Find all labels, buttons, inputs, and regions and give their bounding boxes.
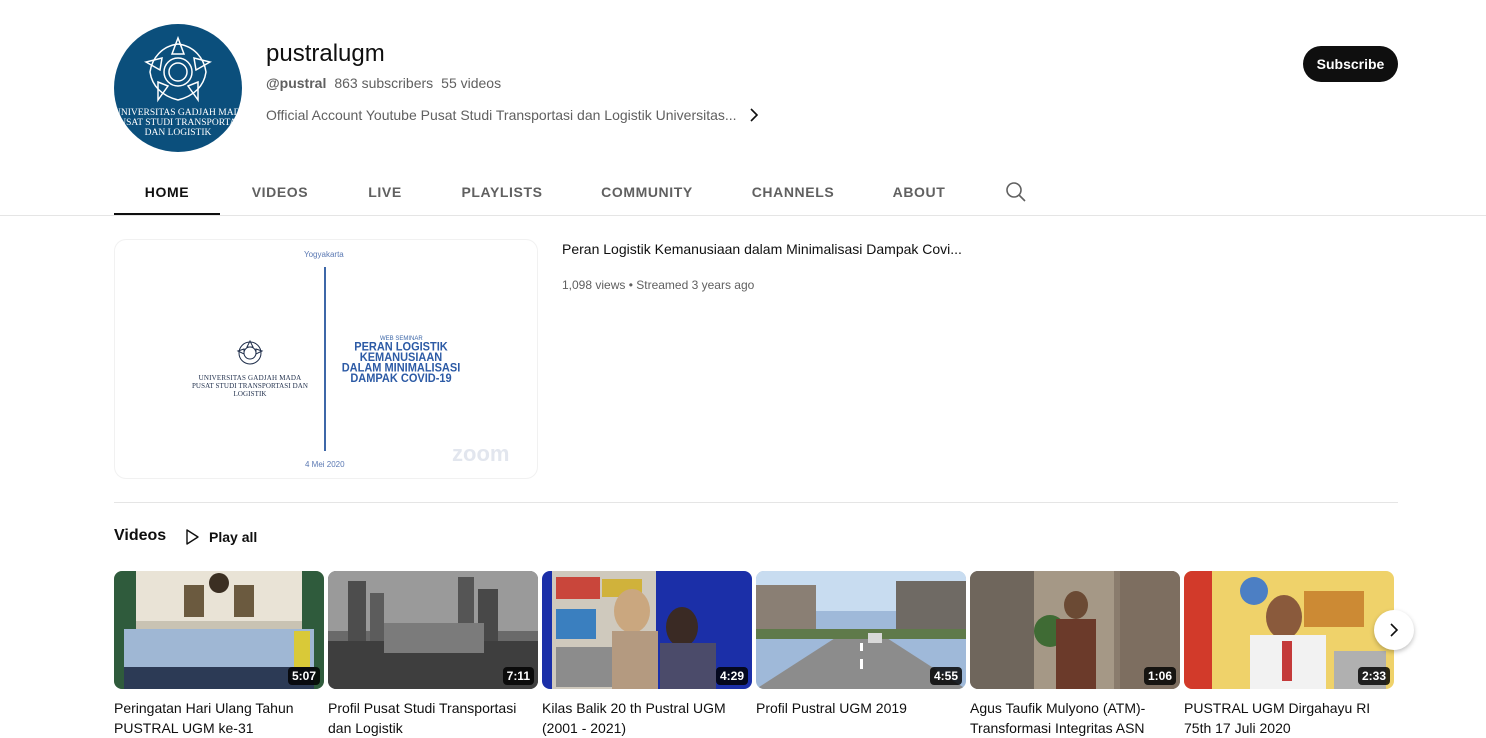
subscriber-count: 863 subscribers (334, 75, 434, 91)
thumb-seminar-title: PERAN LOGISTIK KEMANUSIAAN DALAM MINIMAL… (328, 340, 474, 386)
video-thumbnail[interactable]: 4:29 (542, 571, 752, 689)
shelf-next-button[interactable] (1374, 610, 1414, 650)
video-card[interactable]: 4:55 Profil Pustral UGM 2019 (756, 571, 966, 718)
thumb-title-line: PERAN LOGISTIK KEMANUSIAAN (354, 340, 448, 365)
channel-tabs: HOME VIDEOS LIVE PLAYLISTS COMMUNITY CHA… (114, 168, 972, 216)
channel-meta: @pustral 863 subscribers 55 videos (266, 75, 501, 91)
thumb-city: Yogyakarta (304, 250, 344, 259)
tab-playlists[interactable]: PLAYLISTS (430, 168, 574, 216)
video-thumbnail[interactable]: 5:07 (114, 571, 324, 689)
avatar-text-line: UNIVERSITAS GADJAH MADA (114, 108, 242, 118)
thumb-divider (324, 267, 326, 451)
video-duration: 5:07 (287, 667, 320, 685)
video-card[interactable]: 4:29 Kilas Balik 20 th Pustral UGM (2001… (542, 571, 752, 738)
section-divider (114, 502, 1398, 503)
tab-live[interactable]: LIVE (340, 168, 430, 216)
avatar-text-line: DAN LOGISTIK (144, 128, 212, 138)
tab-about[interactable]: ABOUT (866, 168, 972, 216)
video-duration: 4:29 (715, 667, 748, 685)
video-thumbnail[interactable]: 1:06 (970, 571, 1180, 689)
video-title[interactable]: Profil Pustral UGM 2019 (756, 698, 956, 718)
avatar-text-line: PUSAT STUDI TRANSPORTASI (114, 118, 242, 128)
video-card[interactable]: 5:07 Peringatan Hari Ulang Tahun PUSTRAL… (114, 571, 324, 738)
video-card[interactable]: 1:06 Agus Taufik Mulyono (ATM)- Transfor… (970, 571, 1180, 738)
tab-home[interactable]: HOME (114, 168, 220, 216)
tab-community[interactable]: COMMUNITY (574, 168, 720, 216)
chevron-right-icon (749, 108, 759, 122)
tab-videos[interactable]: VIDEOS (220, 168, 340, 216)
play-all-button[interactable]: Play all (184, 526, 257, 548)
video-title[interactable]: Peringatan Hari Ulang Tahun PUSTRAL UGM … (114, 698, 314, 738)
video-card[interactable]: 7:11 Profil Pusat Studi Transportasi dan… (328, 571, 538, 738)
tab-channels[interactable]: CHANNELS (720, 168, 866, 216)
thumb-univ-line2: PUSAT STUDI TRANSPORTASI DAN LOGISTIK (191, 382, 309, 398)
video-duration: 7:11 (502, 667, 534, 685)
video-card[interactable]: 2:33 PUSTRAL UGM Dirgahayu RI 75th 17 Ju… (1184, 571, 1394, 738)
video-count: 55 videos (441, 75, 502, 91)
play-all-label: Play all (209, 529, 258, 545)
video-title[interactable]: Agus Taufik Mulyono (ATM)- Transformasi … (970, 698, 1170, 738)
featured-video-title[interactable]: Peran Logistik Kemanusiaan dalam Minimal… (562, 241, 962, 257)
video-title[interactable]: PUSTRAL UGM Dirgahayu RI 75th 17 Juli 20… (1184, 698, 1384, 738)
shelf-title[interactable]: Videos (114, 527, 166, 545)
video-thumbnail[interactable]: 2:33 (1184, 571, 1394, 689)
chevron-right-icon (1390, 623, 1399, 637)
thumb-title-line: DAMPAK COVID-19 (350, 372, 452, 386)
channel-description-text: Official Account Youtube Pusat Studi Tra… (266, 107, 737, 123)
channel-avatar[interactable]: UNIVERSITAS GADJAH MADA PUSAT STUDI TRAN… (114, 24, 242, 152)
video-duration: 1:06 (1143, 667, 1176, 685)
search-icon[interactable] (1005, 181, 1027, 203)
channel-handle: @pustral (266, 75, 327, 91)
video-duration: 2:33 (1357, 667, 1390, 685)
video-title[interactable]: Profil Pusat Studi Transportasi dan Logi… (328, 698, 528, 738)
tabs-divider (0, 215, 1486, 216)
subscribe-button[interactable]: Subscribe (1303, 46, 1398, 82)
play-outline-icon (186, 529, 199, 545)
ugm-emblem-icon (236, 339, 264, 365)
channel-name: pustralugm (266, 40, 385, 67)
video-title[interactable]: Kilas Balik 20 th Pustral UGM (2001 - 20… (542, 698, 742, 738)
video-duration: 4:55 (929, 667, 962, 685)
thumb-university-block: UNIVERSITAS GADJAH MADA PUSAT STUDI TRAN… (180, 339, 320, 398)
channel-description[interactable]: Official Account Youtube Pusat Studi Tra… (266, 107, 759, 123)
featured-video-meta: 1,098 views • Streamed 3 years ago (562, 278, 755, 292)
thumb-date: 4 Mei 2020 (305, 460, 345, 469)
thumb-univ-line1: UNIVERSITAS GADJAH MADA (198, 374, 302, 382)
featured-video-thumbnail[interactable]: Yogyakarta UNIVERSITAS GADJAH MADA PUSAT… (114, 239, 538, 479)
video-thumbnail[interactable]: 7:11 (328, 571, 538, 689)
zoom-logo: zoom (452, 441, 510, 466)
video-thumbnail[interactable]: 4:55 (756, 571, 966, 689)
